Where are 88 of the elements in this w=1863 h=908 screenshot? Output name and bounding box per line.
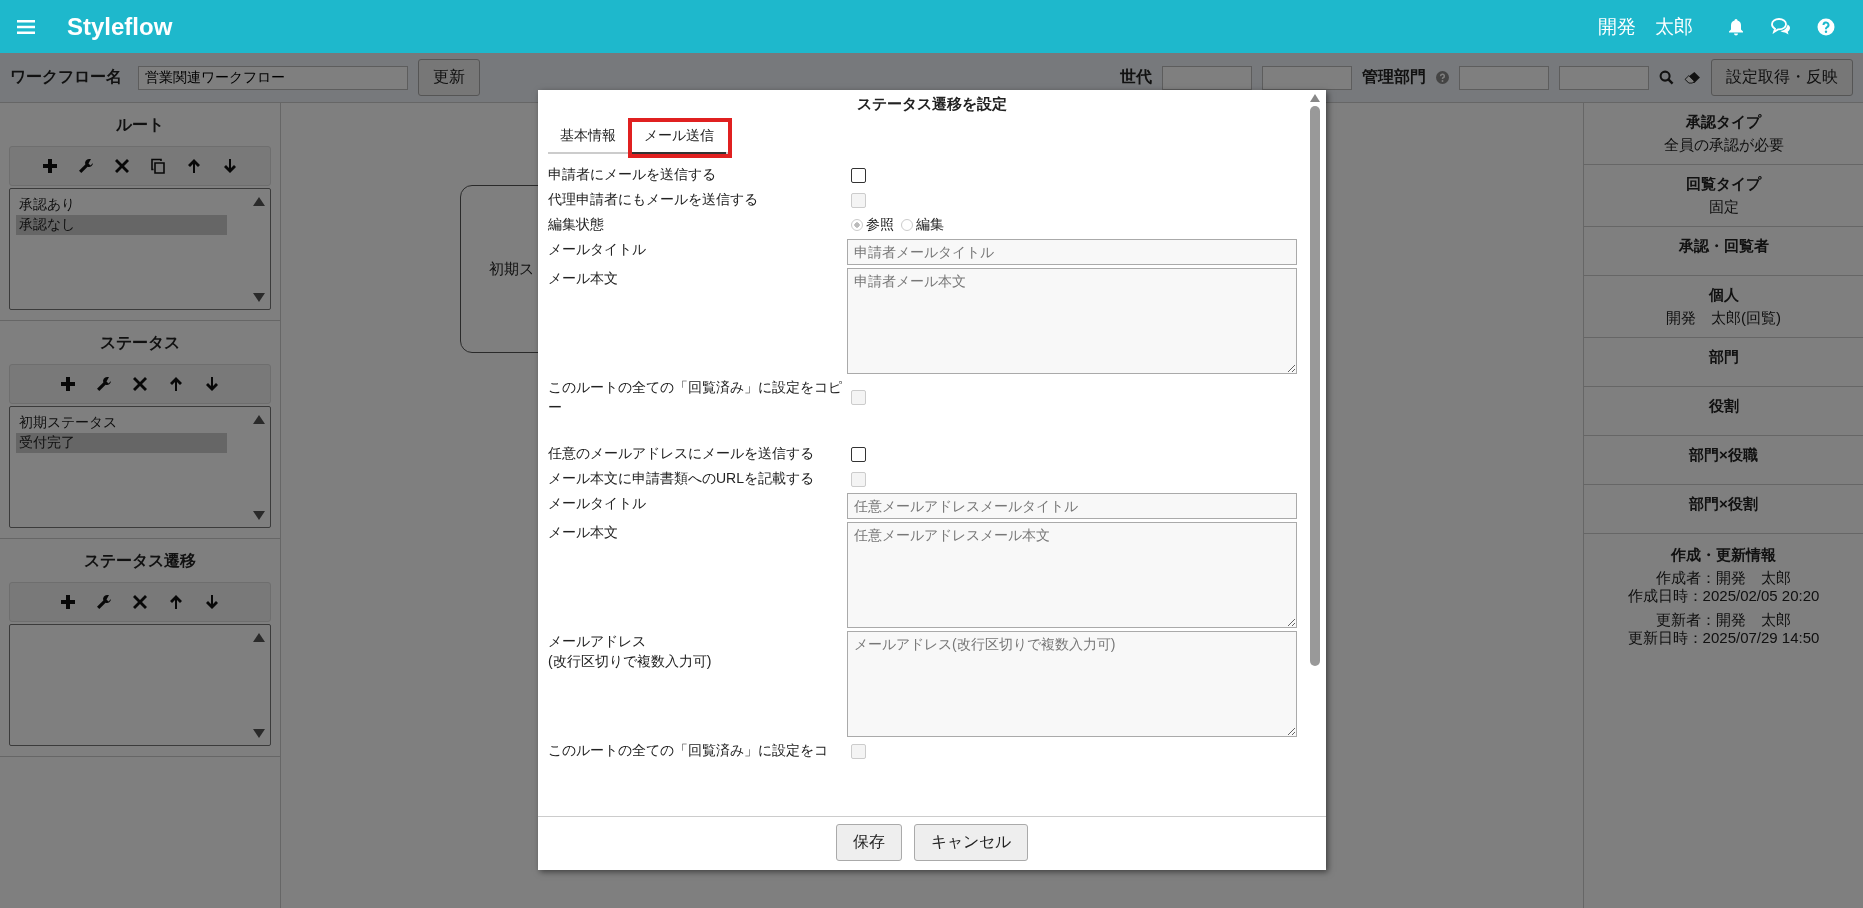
- generation-field[interactable]: [1262, 65, 1352, 90]
- text-field[interactable]: 申請者メールタイトル: [847, 239, 1297, 265]
- scroll-up-icon[interactable]: [253, 415, 265, 424]
- arrow-down-icon[interactable]: [222, 158, 238, 174]
- field-label: 編集状態: [548, 215, 605, 234]
- field-label: このルートの全ての「回覧済み」に設定をコ: [548, 741, 829, 760]
- department-field[interactable]: [1459, 65, 1549, 90]
- section-heading: 部門×役職: [1688, 446, 1759, 465]
- generation-label: 世代: [1120, 67, 1152, 87]
- scroll-up-icon[interactable]: [253, 197, 265, 206]
- field-label: メールタイトル: [548, 494, 647, 513]
- department-field[interactable]: [1559, 65, 1649, 90]
- section-heading: 承認タイプ: [1685, 113, 1763, 132]
- department-label: 管理部門: [1362, 67, 1426, 87]
- wrench-icon[interactable]: [96, 376, 112, 392]
- scroll-down-icon[interactable]: [253, 511, 265, 520]
- arrow-down-icon[interactable]: [204, 594, 220, 610]
- save-button[interactable]: 保存: [836, 824, 902, 861]
- tab[interactable]: 基本情報: [548, 118, 628, 152]
- update-button[interactable]: 更新: [418, 59, 480, 96]
- arrow-up-icon[interactable]: [186, 158, 202, 174]
- add-icon[interactable]: [42, 158, 58, 174]
- checkbox[interactable]: [851, 167, 866, 183]
- delete-icon[interactable]: [132, 594, 148, 610]
- info-text: 更新者：開発 太郎: [1655, 611, 1792, 629]
- add-icon[interactable]: [60, 376, 76, 392]
- help-icon[interactable]: [1436, 71, 1449, 84]
- copy-icon[interactable]: [150, 158, 166, 174]
- panel-title: ステータス: [99, 333, 181, 353]
- workflow-name-field[interactable]: 営業関連ワークフロー: [138, 65, 408, 90]
- section-heading: 役割: [1707, 397, 1740, 416]
- add-icon[interactable]: [60, 594, 76, 610]
- panel-title: ステータス遷移: [83, 551, 197, 571]
- eraser-icon[interactable]: [1684, 71, 1701, 84]
- field-label: メールアドレス (改行区切りで複数入力可): [548, 632, 713, 671]
- field-label: メール本文: [548, 269, 619, 288]
- scrollbar-thumb[interactable]: [1310, 106, 1320, 666]
- field-label: 申請者にメールを送信する: [548, 165, 717, 184]
- info-text: 開発 太郎(回覧): [1665, 309, 1782, 327]
- arrow-up-icon[interactable]: [168, 376, 184, 392]
- list-item[interactable]: 初期ステータス: [16, 413, 227, 433]
- field-label: メール本文: [548, 523, 619, 542]
- field-label: このルートの全ての「回覧済み」に設定をコピー: [548, 378, 843, 417]
- info-text: 更新日時：2025/07/29 14:50: [1626, 629, 1821, 647]
- section-heading: 作成・更新情報: [1670, 546, 1777, 565]
- wrench-icon[interactable]: [78, 158, 94, 174]
- apply-settings-button[interactable]: 設定取得・反映: [1711, 59, 1853, 96]
- delete-icon[interactable]: [114, 158, 130, 174]
- info-text: 作成日時：2025/02/05 20:20: [1626, 587, 1821, 605]
- list-item[interactable]: 承認あり: [16, 195, 227, 215]
- scroll-up-icon[interactable]: [253, 633, 265, 642]
- tab[interactable]: メール送信: [632, 118, 726, 154]
- scroll-up-icon[interactable]: [1310, 94, 1320, 102]
- notification-icon[interactable]: [1727, 17, 1745, 36]
- text-area[interactable]: メールアドレス(改行区切りで複数入力可): [847, 631, 1297, 737]
- cancel-button[interactable]: キャンセル: [914, 824, 1028, 861]
- field-label: 代理申請者にもメールを送信する: [548, 190, 759, 209]
- workflow-name-label: ワークフロー名: [10, 67, 122, 87]
- section-heading: 部門×役割: [1688, 495, 1759, 514]
- delete-icon[interactable]: [132, 376, 148, 392]
- arrow-down-icon[interactable]: [204, 376, 220, 392]
- text-area[interactable]: 申請者メール本文: [847, 268, 1297, 374]
- field-label: 任意のメールアドレスにメールを送信する: [548, 444, 815, 463]
- info-text: 全員の承認が必要: [1662, 136, 1785, 154]
- info-text: 固定: [1707, 198, 1740, 216]
- search-icon[interactable]: [1659, 70, 1674, 85]
- field-label: メールタイトル: [548, 240, 647, 259]
- text-field[interactable]: 任意メールアドレスメールタイトル: [847, 493, 1297, 519]
- section-heading: 承認・回覧者: [1677, 237, 1770, 256]
- section-heading: 個人: [1707, 286, 1740, 305]
- dialog-title: ステータス遷移を設定: [856, 94, 1008, 114]
- help-icon[interactable]: [1817, 17, 1835, 36]
- scroll-down-icon[interactable]: [253, 729, 265, 738]
- wrench-icon[interactable]: [96, 594, 112, 610]
- field-label: メール本文に申請書類へのURLを記載する: [548, 469, 815, 488]
- section-heading: 回覧タイプ: [1685, 175, 1763, 194]
- generation-field[interactable]: [1162, 65, 1252, 90]
- arrow-up-icon[interactable]: [168, 594, 184, 610]
- chat-icon[interactable]: [1771, 18, 1791, 35]
- info-text: 作成者：開発 太郎: [1655, 569, 1792, 587]
- scroll-down-icon[interactable]: [253, 293, 265, 302]
- panel-title: ルート: [115, 115, 165, 135]
- list-item[interactable]: 承認なし: [16, 215, 227, 235]
- list-item[interactable]: 受付完了: [16, 433, 227, 453]
- checkbox[interactable]: [851, 446, 866, 462]
- section-heading: 部門: [1707, 348, 1740, 367]
- menu-icon[interactable]: [17, 18, 35, 35]
- text-area[interactable]: 任意メールアドレスメール本文: [847, 522, 1297, 628]
